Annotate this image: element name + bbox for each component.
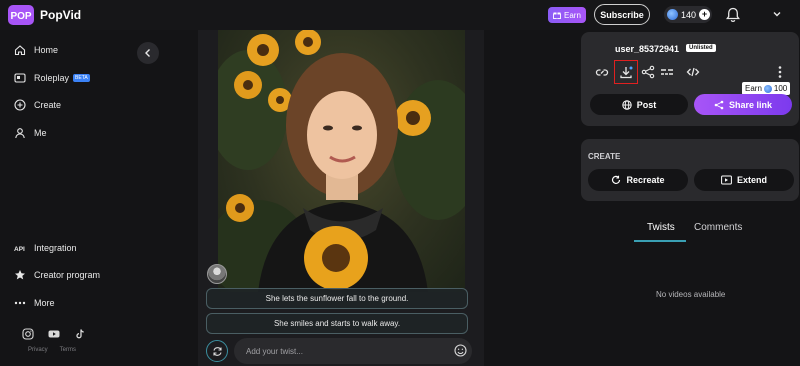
sidebar-item-label: Create [34, 100, 62, 110]
post-button[interactable]: Post [590, 94, 688, 115]
download-button[interactable] [618, 64, 634, 80]
chevron-left-icon [145, 49, 150, 57]
copy-link-button[interactable] [594, 64, 610, 80]
globe-icon [622, 99, 632, 110]
held-sunflower [304, 226, 368, 290]
recreate-button[interactable]: Recreate [588, 169, 688, 191]
subscribe-button[interactable]: Subscribe [594, 4, 650, 25]
sunflower [395, 100, 431, 136]
recreate-label: Recreate [626, 175, 665, 185]
code-icon [686, 67, 700, 77]
empty-state-message: No videos available [656, 290, 726, 299]
twist-suggestion[interactable]: She lets the sunflower fall to the groun… [206, 288, 468, 309]
social-links [22, 328, 86, 340]
credits-badge[interactable]: 140 + [664, 6, 712, 23]
tab-twists[interactable]: Twists [647, 222, 675, 233]
back-button[interactable] [137, 42, 159, 64]
credits-count: 140 [681, 9, 697, 20]
sidebar-item-creator-program[interactable]: Creator program [14, 269, 100, 281]
user-icon [15, 128, 25, 139]
extend-button[interactable]: Extend [694, 169, 794, 191]
username[interactable]: user_85372941 [615, 44, 679, 54]
gift-icon [553, 12, 561, 19]
privacy-link[interactable]: Privacy [28, 347, 48, 353]
brand-name[interactable]: PopVid [40, 8, 81, 22]
tiktok-icon[interactable] [74, 328, 86, 340]
extend-label: Extend [736, 175, 767, 185]
video-frame-image [218, 30, 465, 292]
embed-button[interactable] [685, 64, 701, 80]
youtube-icon[interactable] [48, 328, 60, 340]
sidebar-item-label: Me [34, 128, 47, 138]
star-icon [15, 270, 25, 280]
plus-circle-icon [14, 99, 26, 111]
sidebar-item-integration[interactable]: API Integration [14, 242, 77, 254]
instagram-icon[interactable] [22, 328, 34, 340]
share-link-button[interactable]: Share link [694, 94, 792, 115]
bell-icon[interactable] [726, 7, 740, 23]
sidebar-item-label: Home [34, 45, 59, 55]
twist-suggestion[interactable]: She smiles and starts to walk away. [206, 313, 468, 334]
legal-links: Privacy Terms [28, 347, 76, 353]
beta-badge: BETA [73, 74, 90, 82]
earn-tooltip-amount: 100 [773, 84, 788, 93]
chevron-down-icon[interactable] [772, 9, 782, 19]
coin-icon [667, 9, 678, 20]
sidebar-item-roleplay[interactable]: Roleplay BETA [14, 72, 90, 84]
twist-input[interactable] [234, 338, 472, 364]
tab-comments[interactable]: Comments [694, 222, 742, 233]
visibility-badge: Unlisted [686, 44, 716, 52]
popvid-logo[interactable]: POP [8, 5, 34, 25]
sidebar-item-label: More [34, 298, 55, 308]
sidebar-item-more[interactable]: More [14, 297, 55, 309]
earn-label: Earn [564, 10, 581, 20]
refresh-twists-button[interactable] [206, 340, 228, 362]
more-options-button[interactable] [772, 64, 788, 80]
sunflower [295, 30, 321, 55]
sidebar-item-label: Creator program [34, 270, 101, 280]
sunflower [226, 194, 254, 222]
sunflower [234, 71, 262, 99]
sidebar-item-home[interactable]: Home [14, 44, 58, 56]
more-vertical-icon [778, 66, 782, 78]
sunflower [247, 34, 279, 66]
share-button[interactable] [640, 64, 656, 80]
terms-link[interactable]: Terms [60, 347, 76, 353]
sidebar-item-create[interactable]: Create [14, 99, 61, 111]
avatar[interactable] [207, 264, 227, 284]
more-icon [14, 301, 26, 305]
share-link-label: Share link [728, 99, 773, 110]
active-tab-indicator [634, 240, 686, 242]
svg-text:API: API [14, 246, 25, 253]
sidebar-item-me[interactable]: Me [14, 127, 47, 139]
coin-icon [763, 84, 772, 93]
earn-tooltip-label: Earn [745, 84, 762, 93]
recreate-icon [612, 175, 621, 185]
refresh-icon [212, 346, 222, 356]
home-icon [14, 45, 26, 56]
add-credits-icon[interactable]: + [699, 9, 711, 20]
social-share-icon [661, 69, 673, 75]
earn-button[interactable]: Earn [548, 7, 586, 23]
svg-text:POP: POP [10, 11, 31, 22]
share-icon [641, 65, 655, 79]
post-label: Post [636, 99, 657, 110]
api-icon: API [14, 246, 25, 253]
download-icon [620, 66, 633, 79]
social-share-button[interactable] [659, 64, 675, 80]
emoji-icon[interactable] [454, 344, 467, 357]
extend-icon [721, 175, 732, 185]
roleplay-icon [14, 73, 26, 83]
create-heading: CREATE [588, 152, 621, 161]
share-icon [714, 100, 724, 109]
sidebar-item-label: Integration [34, 243, 77, 253]
sidebar-item-label: Roleplay [34, 73, 70, 83]
link-icon [595, 69, 609, 76]
